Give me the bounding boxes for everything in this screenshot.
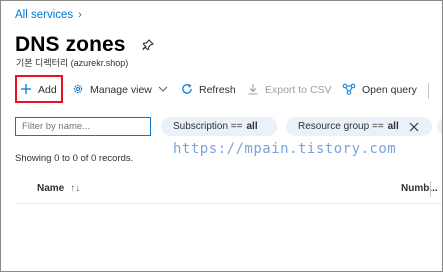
column-header-number[interactable]: Numb... [401,183,438,194]
add-label: Add [38,84,57,96]
close-icon[interactable] [409,122,419,132]
table-header-divider [15,203,442,204]
sort-icon[interactable]: ↑↓ [70,183,80,194]
breadcrumb: All services › [15,9,82,21]
subscription-filter-pill[interactable]: Subscription == all [161,117,277,136]
chevron-right-icon: › [78,9,82,21]
resource-group-filter-label: Resource group == [298,121,384,132]
query-icon [342,83,356,98]
column-divider[interactable] [430,181,431,197]
subscription-filter-value: all [246,121,258,132]
filter-by-name-input[interactable] [15,117,151,136]
directory-subtitle: 기본 디렉터리 (azurekr.shop) [16,58,129,68]
open-query-button[interactable]: Open query [342,75,417,105]
table-header: Name ↑↓ Numb... [1,179,442,201]
toolbar-separator [428,83,429,99]
title-row: DNS zones [15,33,154,57]
manage-view-button[interactable]: Manage view [72,75,168,105]
open-query-label: Open query [362,84,417,96]
plus-icon [20,83,32,98]
resource-group-filter-value: all [387,121,399,132]
export-csv-label: Export to CSV [265,84,332,96]
refresh-icon [181,83,193,98]
command-bar: Add Manage view Refresh Export to CSV Op… [1,75,442,105]
watermark-text: https://mpain.tistory.com [173,141,397,157]
manage-view-label: Manage view [90,84,152,96]
subscription-filter-label: Subscription == [173,121,243,132]
add-button[interactable]: Add [20,75,57,105]
export-csv-button[interactable]: Export to CSV [247,75,332,105]
download-icon [247,83,259,98]
pin-icon[interactable] [142,39,154,51]
column-header-name[interactable]: Name ↑↓ [37,183,80,194]
refresh-label: Refresh [199,84,236,96]
record-count: Showing 0 to 0 of 0 records. [15,153,134,164]
refresh-button[interactable]: Refresh [181,75,236,105]
add-filter-pill[interactable] [437,117,442,136]
resource-group-filter-pill[interactable]: Resource group == all [286,117,432,136]
gear-icon [72,83,84,98]
page-title: DNS zones [15,33,126,56]
dns-zones-blade: All services › DNS zones 기본 디렉터리 (azurek… [0,0,443,272]
chevron-down-icon [158,84,168,96]
breadcrumb-all-services[interactable]: All services [15,9,73,21]
column-name-label: Name [37,183,65,194]
